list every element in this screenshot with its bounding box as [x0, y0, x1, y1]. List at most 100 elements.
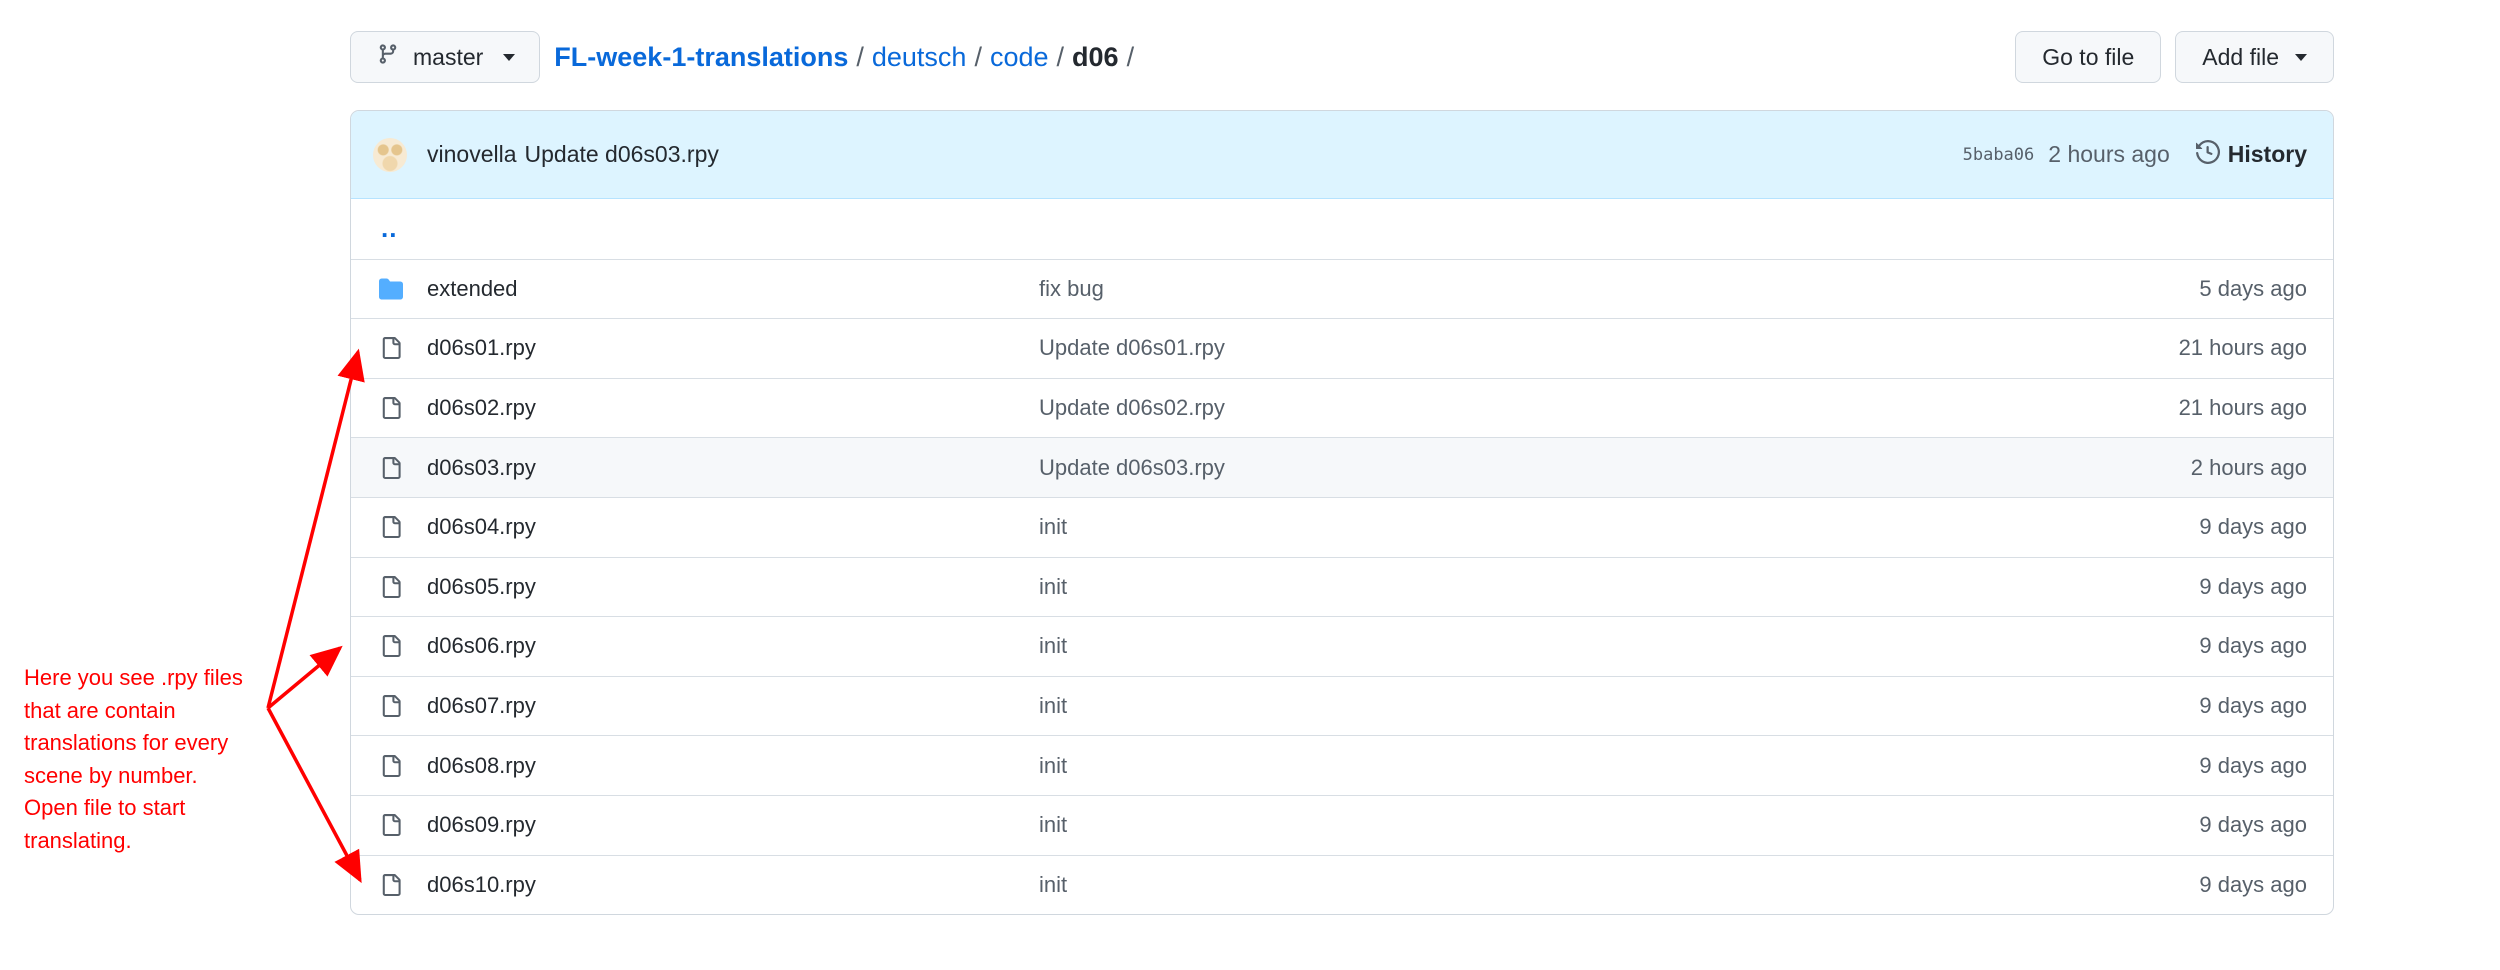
file-row[interactable]: d06s05.rpy init 9 days ago [351, 556, 2333, 617]
breadcrumb-current: d06 [1072, 41, 1119, 72]
file-commit-time: 2 hours ago [2190, 454, 2307, 480]
file-icon [377, 393, 405, 423]
file-name-link[interactable]: d06s02.rpy [427, 395, 1039, 421]
file-browser-page: master FL-week-1-translations / deutsch … [0, 0, 2500, 970]
file-icon [377, 631, 405, 661]
file-actions: Go to file Add file [2015, 31, 2334, 83]
annotation-line: translating. [24, 827, 132, 853]
file-row[interactable]: d06s07.rpy init 9 days ago [351, 675, 2333, 736]
commit-meta: 5baba06 2 hours ago History [1963, 139, 2307, 170]
breadcrumb: FL-week-1-translations / deutsch / code … [554, 42, 1142, 73]
annotation-line: Open file to start [24, 795, 186, 820]
file-commit-time: 9 days ago [2199, 633, 2307, 659]
file-commit-time: 21 hours ago [2178, 335, 2307, 361]
file-commit-time: 9 days ago [2199, 573, 2307, 599]
add-file-button[interactable]: Add file [2175, 31, 2334, 83]
file-commit-time: 5 days ago [2199, 275, 2307, 301]
file-icon [377, 453, 405, 483]
commit-time: 2 hours ago [2048, 141, 2170, 167]
folder-icon [377, 274, 405, 304]
breadcrumb-separator: / [1126, 41, 1135, 72]
file-commit-message[interactable]: fix bug [1039, 276, 2199, 302]
annotation-line: scene by number. [24, 762, 198, 788]
annotation-arrow [266, 645, 343, 710]
commit-message[interactable]: Update d06s03.rpy [525, 141, 719, 168]
file-commit-time: 9 days ago [2199, 752, 2307, 778]
chevron-down-icon [2295, 53, 2307, 61]
commit-sha[interactable]: 5baba06 [1963, 145, 2035, 165]
commit-author[interactable]: vinovella [427, 141, 517, 168]
breadcrumb-repo-link[interactable]: FL-week-1-translations [554, 42, 848, 73]
file-icon [377, 870, 405, 900]
branch-name: master [413, 43, 484, 70]
chevron-down-icon [503, 53, 516, 61]
go-to-file-label: Go to file [2042, 43, 2135, 70]
file-icon [377, 751, 405, 781]
annotation-arrow [266, 707, 362, 884]
history-icon [2195, 139, 2220, 170]
file-commit-time: 9 days ago [2199, 514, 2307, 540]
file-row[interactable]: d06s04.rpy init 9 days ago [351, 496, 2333, 557]
file-icon [377, 691, 405, 721]
add-file-label: Add file [2202, 43, 2279, 70]
branch-select-button[interactable]: master [350, 31, 541, 83]
file-name-link[interactable]: d06s04.rpy [427, 514, 1039, 540]
avatar[interactable] [373, 137, 407, 172]
file-commit-time: 9 days ago [2199, 693, 2307, 719]
file-icon [377, 333, 405, 363]
repo-nav-bar: master FL-week-1-translations / deutsch … [350, 30, 2334, 84]
file-list: vinovella Update d06s03.rpy 5baba06 2 ho… [350, 110, 2334, 915]
file-name-link[interactable]: d06s09.rpy [427, 812, 1039, 838]
breadcrumb-deutsch-link[interactable]: deutsch [872, 42, 967, 73]
file-commit-message[interactable]: init [1039, 574, 2199, 600]
file-name-link[interactable]: d06s08.rpy [427, 753, 1039, 779]
annotation-line: translations for every [24, 730, 229, 755]
parent-directory-link[interactable]: .. [377, 213, 397, 244]
file-commit-message[interactable]: Update d06s03.rpy [1039, 455, 2191, 481]
file-row[interactable]: d06s10.rpy init 9 days ago [351, 854, 2333, 914]
file-name-link[interactable]: d06s07.rpy [427, 693, 1039, 719]
file-commit-message[interactable]: init [1039, 514, 2199, 540]
go-to-file-button[interactable]: Go to file [2015, 31, 2162, 83]
file-icon [377, 512, 405, 542]
folder-row[interactable]: extended fix bug 5 days ago [351, 258, 2333, 319]
file-commit-time: 9 days ago [2199, 812, 2307, 838]
file-row[interactable]: d06s03.rpy Update d06s03.rpy 2 hours ago [351, 437, 2333, 497]
breadcrumb-code-link[interactable]: code [990, 42, 1049, 73]
file-commit-message[interactable]: Update d06s01.rpy [1039, 335, 2179, 361]
file-row[interactable]: d06s06.rpy init 9 days ago [351, 616, 2333, 676]
parent-directory-row[interactable]: .. [351, 199, 2333, 259]
annotation-note: Here you see .rpy files that are contain… [24, 662, 274, 857]
file-row[interactable]: d06s09.rpy init 9 days ago [351, 794, 2333, 855]
file-commit-message[interactable]: init [1039, 633, 2199, 659]
file-name-link[interactable]: d06s03.rpy [427, 455, 1039, 481]
file-name-link[interactable]: d06s01.rpy [427, 335, 1039, 361]
annotation-arrow [266, 348, 365, 709]
breadcrumb-separator: / [856, 41, 864, 72]
breadcrumb-separator: / [1056, 41, 1065, 72]
file-commit-message[interactable]: init [1039, 693, 2199, 719]
file-row[interactable]: d06s01.rpy Update d06s01.rpy 21 hours ago [351, 318, 2333, 378]
file-icon [377, 572, 405, 602]
file-row[interactable]: d06s08.rpy init 9 days ago [351, 735, 2333, 795]
history-link[interactable]: History [2195, 139, 2307, 170]
file-name-link[interactable]: extended [427, 276, 1039, 302]
annotation-line: that are contain [24, 697, 176, 723]
file-commit-message[interactable]: init [1039, 872, 2199, 898]
file-commit-message[interactable]: init [1039, 753, 2199, 779]
annotation-line: Here you see .rpy files [24, 665, 243, 690]
git-branch-icon [377, 42, 399, 72]
file-commit-time: 21 hours ago [2178, 395, 2307, 421]
file-icon [377, 810, 405, 840]
file-name-link[interactable]: d06s05.rpy [427, 574, 1039, 600]
file-rows: extended fix bug 5 days ago d06s01.rpy Updat… [351, 258, 2333, 914]
file-name-link[interactable]: d06s06.rpy [427, 633, 1039, 659]
file-commit-time: 9 days ago [2199, 871, 2307, 897]
latest-commit-bar: vinovella Update d06s03.rpy 5baba06 2 ho… [351, 111, 2333, 199]
file-row[interactable]: d06s02.rpy Update d06s02.rpy 21 hours ago [351, 377, 2333, 438]
file-commit-message[interactable]: init [1039, 812, 2199, 838]
breadcrumb-separator: / [974, 41, 982, 72]
file-name-link[interactable]: d06s10.rpy [427, 872, 1039, 898]
file-commit-message[interactable]: Update d06s02.rpy [1039, 395, 2179, 421]
history-label: History [2227, 141, 2307, 167]
